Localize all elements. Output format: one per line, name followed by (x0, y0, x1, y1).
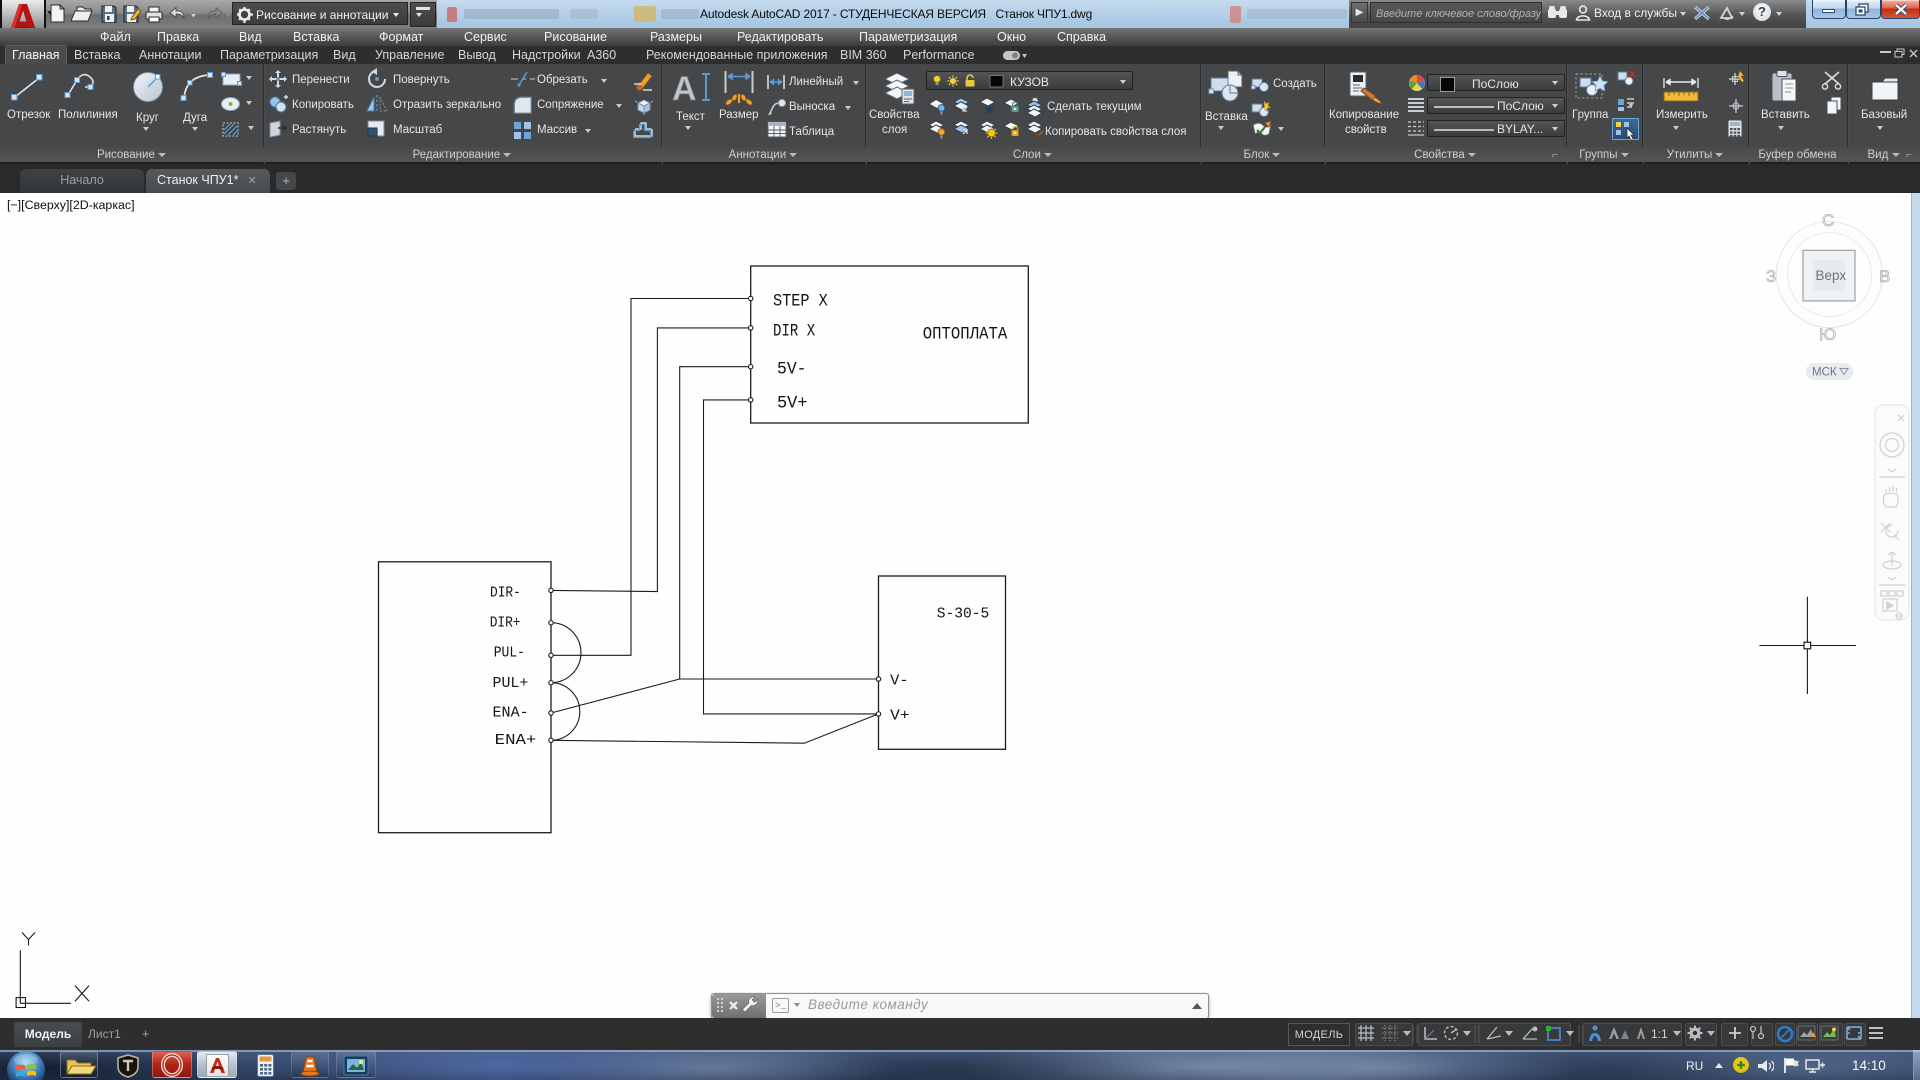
svg-text:A: A (672, 70, 697, 106)
svg-text:V+: V+ (890, 709, 909, 725)
svg-text:DIR-: DIR- (490, 586, 521, 602)
svg-text:PUL+: PUL+ (493, 676, 529, 692)
svg-text:МСК: МСК (1812, 367, 1837, 379)
svg-text:ENA+: ENA+ (495, 733, 537, 749)
svg-text:STEP X: STEP X (773, 292, 828, 312)
svg-text:5V+: 5V+ (777, 394, 808, 414)
svg-text:В: В (1879, 267, 1890, 286)
svg-text:Верх: Верх (1816, 268, 1847, 283)
svg-text:1:1: 1:1 (1651, 1027, 1668, 1041)
svg-text:С: С (1822, 211, 1834, 230)
svg-text:S-30-5: S-30-5 (937, 606, 990, 622)
svg-text:Ю: Ю (1819, 325, 1836, 344)
svg-text:ENA-: ENA- (493, 706, 529, 722)
svg-text:5V-: 5V- (777, 360, 807, 380)
svg-text:DIR X: DIR X (773, 322, 816, 342)
svg-text:З: З (1766, 267, 1776, 286)
svg-text:DIR+: DIR+ (490, 615, 521, 631)
svg-text:PUL-: PUL- (494, 646, 525, 662)
svg-text:ОПТОПЛАТА: ОПТОПЛАТА (923, 325, 1008, 345)
svg-text:V-: V- (890, 674, 908, 690)
